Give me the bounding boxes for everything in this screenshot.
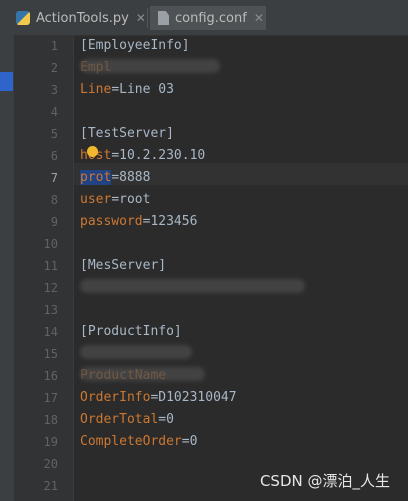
section-header: [MesServer]	[80, 258, 167, 273]
redacted-text	[80, 59, 220, 73]
code-line[interactable]: OrderInfo=D102310047	[80, 387, 237, 409]
line-number: 4	[50, 105, 58, 119]
config-value: 8888	[119, 170, 151, 185]
code-line[interactable]: prot=8888	[80, 167, 150, 189]
equals-sign: =	[111, 170, 120, 185]
section-header: [EmployeeInfo]	[80, 38, 190, 53]
code-line[interactable]: [TestServer]	[80, 123, 174, 145]
code-line[interactable]: Line=Line 03	[80, 79, 174, 101]
config-value: 0	[189, 434, 198, 449]
line-number: 16	[43, 369, 58, 383]
left-tool-selected-indicator[interactable]	[0, 72, 13, 91]
tab-action-tools[interactable]: ActionTools.py ✕	[8, 6, 148, 30]
editor-tab-bar: ActionTools.py ✕ config.conf ✕	[0, 0, 408, 36]
line-number: 5	[50, 127, 58, 141]
tab-label: config.conf	[175, 10, 247, 26]
line-number: 1	[50, 39, 58, 53]
left-tool-strip	[0, 35, 15, 501]
line-number: 11	[43, 259, 58, 273]
equals-sign: =	[111, 148, 120, 163]
line-number: 10	[43, 237, 58, 251]
tab-config[interactable]: config.conf ✕	[150, 6, 266, 30]
code-line[interactable]: user=root	[80, 189, 150, 211]
tab-divider	[147, 8, 148, 28]
equals-sign: =	[158, 412, 167, 427]
line-number: 13	[43, 303, 58, 317]
code-line[interactable]: password=123456	[80, 211, 197, 233]
line-number: 6	[50, 149, 58, 163]
watermark: CSDN @漂泊_人生	[259, 472, 390, 490]
config-key: prot	[80, 170, 112, 185]
code-line[interactable]: [ProductInfo]	[80, 321, 182, 343]
line-number: 8	[50, 193, 58, 207]
section-header: [ProductInfo]	[80, 324, 182, 339]
line-number: 12	[43, 281, 58, 295]
code-line[interactable]: OrderTotal=0	[80, 409, 174, 431]
tab-label: ActionTools.py	[36, 10, 129, 26]
line-number: 14	[43, 325, 58, 339]
config-key: OrderInfo	[80, 390, 151, 405]
redacted-text	[80, 367, 205, 381]
line-number: 20	[43, 457, 58, 471]
line-number: 18	[43, 413, 58, 427]
config-value: D102310047	[158, 390, 237, 405]
line-number: 17	[43, 391, 58, 405]
close-icon[interactable]: ✕	[136, 11, 146, 25]
config-file-icon	[158, 11, 169, 25]
line-number: 2	[50, 61, 58, 75]
lightbulb-icon[interactable]	[87, 146, 98, 157]
code-line[interactable]: CompleteOrder=0	[80, 431, 197, 453]
line-number: 9	[50, 215, 58, 229]
code-line[interactable]: [MesServer]	[80, 255, 166, 277]
close-icon[interactable]: ✕	[254, 11, 264, 25]
code-line[interactable]: host=10.2.230.10	[80, 145, 205, 167]
equals-sign: =	[181, 434, 190, 449]
config-key: OrderTotal	[80, 412, 159, 427]
python-file-icon	[16, 11, 30, 25]
line-number: 7	[50, 171, 58, 185]
config-key: Line	[80, 82, 112, 97]
config-value: 123456	[150, 214, 198, 229]
redacted-text	[80, 345, 192, 359]
config-value: 10.2.230.10	[119, 148, 206, 163]
config-value: Line 03	[119, 82, 174, 97]
config-value: root	[119, 192, 151, 207]
config-key: password	[80, 214, 143, 229]
code-line[interactable]: [EmployeeInfo]	[80, 35, 190, 57]
config-value: 0	[166, 412, 174, 427]
line-number: 19	[43, 435, 58, 449]
section-header: [TestServer]	[80, 126, 174, 141]
line-number: 21	[43, 479, 58, 493]
equals-sign: =	[111, 82, 120, 97]
line-number: 15	[43, 347, 58, 361]
equals-sign: =	[111, 192, 120, 207]
redacted-text	[80, 279, 305, 293]
config-key: user	[80, 192, 112, 207]
config-key: CompleteOrder	[80, 434, 182, 449]
line-number: 3	[50, 83, 58, 97]
